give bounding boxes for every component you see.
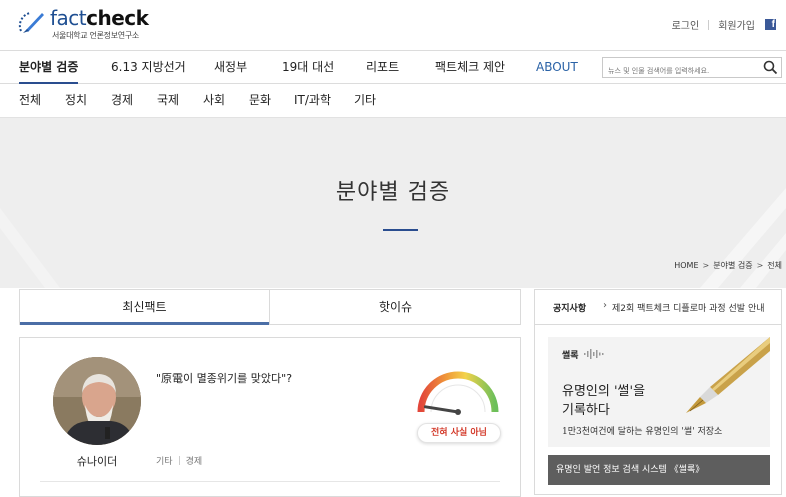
factcheck-logo[interactable]: factcheck 서울대학교 언론정보연구소	[18, 5, 158, 45]
notice-link[interactable]: 제2회 팩트체크 디플로마 과정 선발 안내	[612, 301, 774, 314]
subnav-item-economy[interactable]: 경제	[111, 84, 133, 118]
fact-quote[interactable]: "原電이 멸종위기를 맞았다"?	[156, 370, 292, 386]
category-tags: 기타 경제	[156, 454, 202, 467]
nav-item-about[interactable]: ABOUT	[536, 51, 578, 83]
sseolrok-banner[interactable]: 썰록 유명인의 '썰'을기록하다 1만3천여건에 달하는 유명인의 '썰' 저장…	[548, 337, 770, 447]
speedometer-logo-icon	[18, 12, 44, 33]
verdict-badge: 전혀 사실 아님	[417, 423, 501, 443]
subnav-item-culture[interactable]: 문화	[249, 84, 271, 118]
search-icon[interactable]	[763, 60, 778, 75]
notice-label: 공지사항	[553, 304, 587, 314]
subnav-item-society[interactable]: 사회	[203, 84, 225, 118]
site-header: factcheck 서울대학교 언론정보연구소 로그인 회원가입 f	[0, 0, 786, 50]
tag-etc[interactable]: 기타	[156, 457, 173, 467]
person-photo	[53, 357, 141, 445]
banner-logo: 썰록	[562, 351, 579, 361]
divider	[40, 481, 500, 482]
divider	[708, 19, 710, 30]
signup-link[interactable]: 회원가입	[718, 17, 755, 32]
main-nav: 분야별 검증 6.13 지방선거 새정부 19대 대선 리포트 팩트체크 제안 …	[0, 50, 786, 84]
truth-gauge	[417, 371, 499, 415]
search-box	[602, 57, 782, 81]
tag-economy[interactable]: 경제	[186, 457, 203, 467]
page-title: 분야별 검증	[335, 180, 451, 205]
notice-bar: 공지사항 › 제2회 팩트체크 디플로마 과정 선발 안내	[534, 289, 782, 325]
breadcrumb-field[interactable]: 분야별 검증	[713, 261, 752, 270]
subnav-item-international[interactable]: 국제	[157, 84, 179, 118]
login-link[interactable]: 로그인	[672, 17, 700, 32]
fact-card[interactable]: 슈나이더 "原電이 멸종위기를 맞았다"? 기타 경제 전혀 사실 아님	[19, 337, 521, 497]
tab-hot-issues[interactable]: 핫이슈	[271, 290, 520, 324]
banner-title-line2: 기록하다	[562, 403, 610, 418]
subnav-item-etc[interactable]: 기타	[354, 84, 376, 118]
chevron-right-icon: ›	[603, 300, 607, 311]
search-system-link[interactable]: 유명인 발언 정보 검색 시스템 《썰록》	[548, 455, 770, 485]
nav-item-local-election[interactable]: 6.13 지방선거	[111, 51, 186, 83]
person-name[interactable]: 슈나이더	[53, 453, 141, 469]
soundwave-icon	[584, 349, 604, 359]
nav-item-field-verification[interactable]: 분야별 검증	[19, 51, 79, 84]
nav-item-factcheck-proposal[interactable]: 팩트체크 제안	[435, 51, 505, 83]
breadcrumb: HOME > 분야별 검증 > 전체	[674, 261, 782, 270]
banner-subtitle: 1만3천여건에 달하는 유명인의 '썰' 저장소	[562, 427, 723, 437]
banner-title-line1: 유명인의 '썰'을	[562, 384, 646, 399]
nav-item-new-government[interactable]: 새정부	[214, 51, 247, 83]
nav-item-presidential-election[interactable]: 19대 대선	[282, 51, 334, 83]
banner-title: 유명인의 '썰'을기록하다	[562, 382, 692, 420]
subnav-item-politics[interactable]: 정치	[65, 84, 87, 118]
breadcrumb-current: 전체	[767, 261, 782, 270]
utility-links: 로그인 회원가입 f	[672, 17, 776, 32]
gauge-needle	[423, 405, 460, 414]
title-underline	[383, 229, 418, 231]
facebook-icon[interactable]: f	[765, 19, 776, 30]
page-hero: 분야별 검증 HOME > 분야별 검증 > 전체	[0, 118, 786, 288]
logo-word-check: check	[86, 6, 149, 30]
breadcrumb-home[interactable]: HOME	[674, 261, 698, 270]
search-input[interactable]	[603, 61, 753, 81]
nav-item-report[interactable]: 리포트	[366, 51, 399, 83]
content-tabs: 최신팩트 핫이슈	[19, 289, 521, 325]
logo-wordmark: factcheck	[50, 6, 149, 30]
tab-latest-facts[interactable]: 최신팩트	[20, 290, 270, 325]
subnav-item-it-science[interactable]: IT/과학	[294, 84, 331, 118]
subnav-item-all[interactable]: 전체	[19, 84, 41, 118]
side-panel: 썰록 유명인의 '썰'을기록하다 1만3천여건에 달하는 유명인의 '썰' 저장…	[534, 325, 782, 495]
fountain-pen-icon	[686, 337, 770, 413]
logo-subtitle: 서울대학교 언론정보연구소	[52, 31, 139, 40]
avatar	[53, 357, 141, 445]
logo-word-fact: fact	[50, 6, 87, 30]
sub-nav: 전체 정치 경제 국제 사회 문화 IT/과학 기타	[0, 84, 786, 118]
